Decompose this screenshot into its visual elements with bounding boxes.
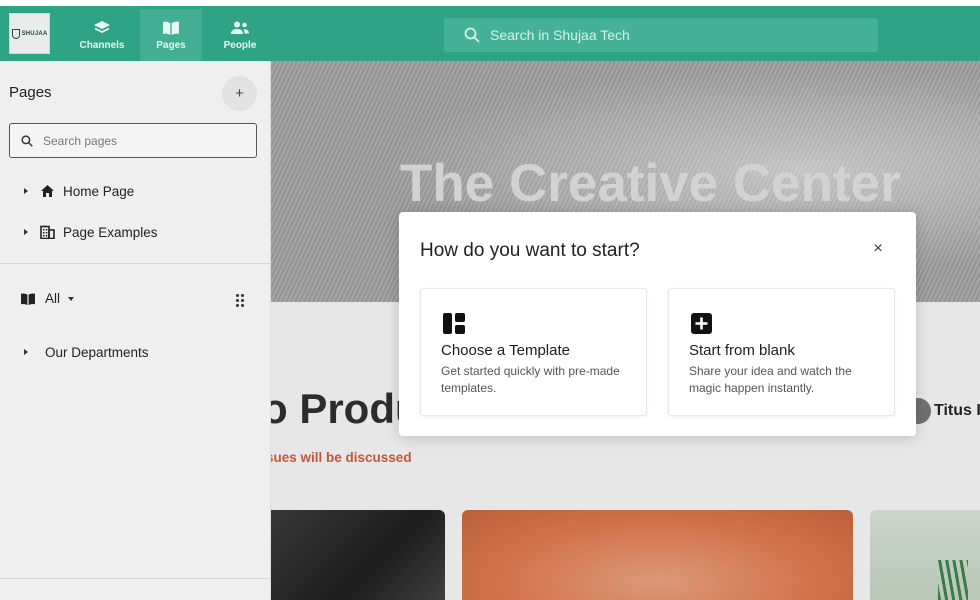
building-icon xyxy=(40,225,55,239)
search-pages-input[interactable] xyxy=(43,133,243,148)
sidebar-item-home-page[interactable]: Home Page xyxy=(24,181,134,201)
chevron-right-icon[interactable] xyxy=(24,188,28,194)
dialog-title: How do you want to start? xyxy=(420,240,640,261)
add-page-button[interactable]: + xyxy=(222,76,257,111)
nav-pages[interactable]: Pages xyxy=(140,9,202,61)
top-bar: SHUJAA Channels Pages People Search in S… xyxy=(0,0,980,61)
filter-label: All xyxy=(45,291,61,306)
nav-people-label: People xyxy=(223,39,257,51)
book-open-icon xyxy=(21,292,35,305)
option-description: Share your idea and watch the magic happ… xyxy=(689,364,852,395)
global-search[interactable]: Search in Shujaa Tech xyxy=(444,18,878,52)
global-search-placeholder: Search in Shujaa Tech xyxy=(490,27,630,43)
shield-icon xyxy=(11,28,20,39)
pages-filter-dropdown[interactable]: All xyxy=(20,291,75,306)
start-from-blank-option[interactable]: Start from blank Share your idea and wat… xyxy=(668,288,895,416)
nav-channels[interactable]: Channels xyxy=(71,9,133,61)
logo-text: SHUJAA xyxy=(21,30,48,37)
option-description: Get started quickly with pre-made templa… xyxy=(441,364,620,395)
search-icon xyxy=(464,27,480,43)
option-title: Choose a Template xyxy=(441,342,570,359)
sidebar-item-label: Page Examples xyxy=(63,224,158,240)
sidebar-item-page-examples[interactable]: Page Examples xyxy=(24,222,158,242)
divider xyxy=(0,263,271,264)
home-icon xyxy=(41,185,54,197)
sidebar-item-our-departments[interactable]: Our Departments xyxy=(24,342,149,362)
search-icon xyxy=(21,134,33,147)
chevron-right-icon[interactable] xyxy=(24,229,28,235)
drag-handle-icon[interactable] xyxy=(236,294,244,307)
start-dialog: How do you want to start? × Choose a Tem… xyxy=(399,212,916,436)
sidebar-title: Pages xyxy=(9,84,52,101)
sidebar-item-label: Our Departments xyxy=(45,344,149,360)
chevron-right-icon[interactable] xyxy=(24,349,28,355)
plus-square-icon xyxy=(691,313,712,334)
book-open-icon xyxy=(163,21,179,35)
nav-pages-label: Pages xyxy=(156,39,186,51)
chevron-down-icon xyxy=(68,296,75,301)
close-icon[interactable]: × xyxy=(869,240,887,258)
divider xyxy=(0,578,271,579)
choose-template-option[interactable]: Choose a Template Get started quickly wi… xyxy=(420,288,647,416)
workspace-logo[interactable]: SHUJAA xyxy=(9,13,50,54)
people-icon xyxy=(231,21,249,34)
pages-sidebar: Pages + Home Page Page Examples All Our … xyxy=(0,61,271,600)
search-pages-field[interactable] xyxy=(9,123,257,158)
nav-channels-label: Channels xyxy=(79,39,125,51)
option-title: Start from blank xyxy=(689,342,795,359)
template-layout-icon xyxy=(443,313,465,334)
nav-people[interactable]: People xyxy=(209,9,271,61)
sidebar-item-label: Home Page xyxy=(63,183,135,199)
layers-icon xyxy=(94,20,110,33)
